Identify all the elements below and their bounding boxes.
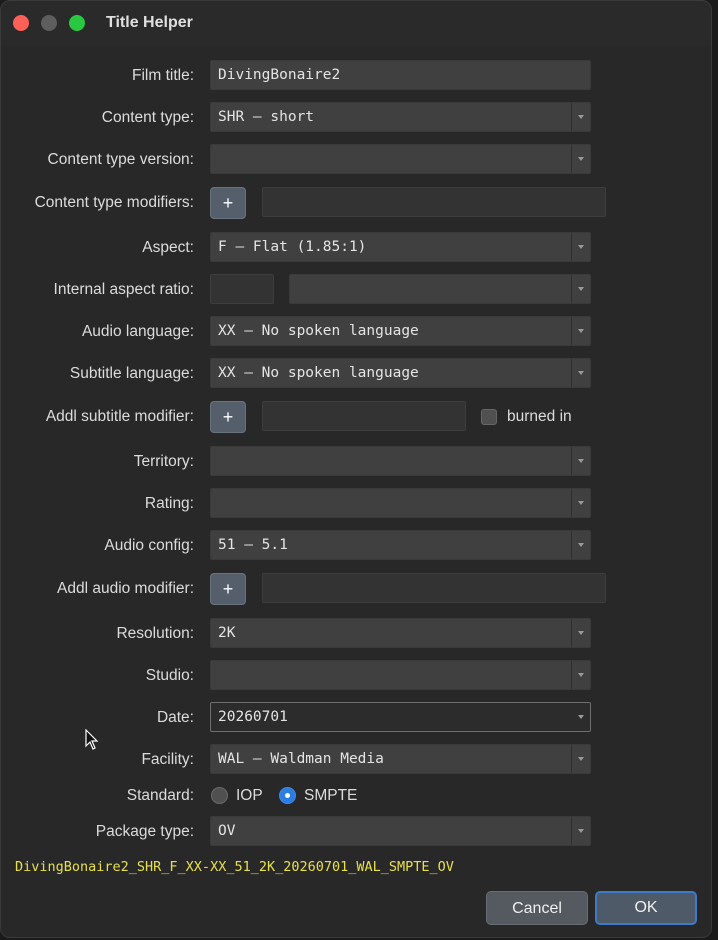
addl-subtitle-modifier-field[interactable]: [262, 401, 466, 431]
chevron-down-icon[interactable]: [571, 489, 590, 517]
audio-config-label: Audio config:: [104, 537, 194, 554]
burned-in-checkbox[interactable]: [481, 409, 497, 425]
add-audio-modifier-button[interactable]: +: [210, 573, 246, 605]
chevron-down-icon[interactable]: [571, 103, 590, 131]
title-bar: Title Helper: [1, 1, 711, 45]
facility-row: Facility: WAL – Waldman Media: [1, 744, 711, 776]
close-window-button[interactable]: [13, 15, 29, 31]
package-type-label: Package type:: [95, 823, 194, 840]
content-type-version-combo[interactable]: [210, 144, 591, 174]
chevron-down-icon[interactable]: [571, 531, 590, 559]
facility-value: WAL – Waldman Media: [218, 751, 384, 767]
chevron-down-icon[interactable]: [571, 233, 590, 261]
film-title-input[interactable]: DivingBonaire2: [210, 60, 591, 90]
burned-in-label: burned in: [507, 408, 572, 425]
territory-label: Territory:: [133, 453, 194, 470]
package-type-value: OV: [218, 823, 236, 839]
smpte-radio[interactable]: [279, 787, 296, 804]
subtitle-language-label: Subtitle language:: [69, 365, 194, 382]
generated-title-text: DivingBonaire2_SHR_F_XX-XX_51_2K_2026070…: [15, 859, 454, 875]
audio-language-value: XX – No spoken language: [218, 323, 419, 339]
chevron-down-icon[interactable]: [571, 145, 590, 173]
audio-config-value: 51 – 5.1: [218, 537, 288, 553]
mouse-pointer-icon: [85, 729, 99, 750]
resolution-combo[interactable]: 2K: [210, 618, 591, 648]
aspect-label: Aspect:: [142, 239, 194, 256]
minimize-window-button[interactable]: [41, 15, 57, 31]
date-combo[interactable]: 20260701: [210, 702, 591, 732]
territory-combo[interactable]: [210, 446, 591, 476]
film-title-row: Film title: DivingBonaire2: [1, 60, 711, 92]
content-type-value: SHR – short: [218, 109, 315, 125]
content-type-version-label: Content type version:: [47, 151, 194, 168]
facility-combo[interactable]: WAL – Waldman Media: [210, 744, 591, 774]
date-row: Date: 20260701: [1, 702, 711, 734]
aspect-combo[interactable]: F – Flat (1.85:1): [210, 232, 591, 262]
content-type-modifiers-label: Content type modifiers:: [34, 194, 194, 211]
standard-label: Standard:: [126, 787, 194, 804]
addl-subtitle-modifier-label: Addl subtitle modifier:: [45, 408, 194, 425]
audio-language-combo[interactable]: XX – No spoken language: [210, 316, 591, 346]
internal-aspect-ratio-label: Internal aspect ratio:: [53, 281, 194, 298]
resolution-value: 2K: [218, 625, 236, 641]
rating-row: Rating:: [1, 488, 711, 520]
audio-config-row: Audio config: 51 – 5.1: [1, 530, 711, 562]
internal-aspect-ratio-row: Internal aspect ratio:: [1, 274, 711, 306]
standard-row: Standard: IOP SMPTE: [1, 780, 711, 812]
audio-language-label: Audio language:: [81, 323, 194, 340]
rating-combo[interactable]: [210, 488, 591, 518]
chevron-down-icon[interactable]: [571, 447, 590, 475]
territory-row: Territory:: [1, 446, 711, 478]
resolution-label: Resolution:: [116, 625, 194, 642]
iop-label: IOP: [236, 787, 263, 804]
chevron-down-icon[interactable]: [572, 703, 590, 731]
subtitle-language-combo[interactable]: XX – No spoken language: [210, 358, 591, 388]
audio-config-combo[interactable]: 51 – 5.1: [210, 530, 591, 560]
maximize-window-button[interactable]: [69, 15, 85, 31]
rating-label: Rating:: [144, 495, 194, 512]
smpte-label: SMPTE: [304, 787, 358, 804]
add-subtitle-modifier-button[interactable]: +: [210, 401, 246, 433]
cancel-button[interactable]: Cancel: [486, 891, 588, 925]
chevron-down-icon[interactable]: [571, 619, 590, 647]
addl-subtitle-modifier-row: Addl subtitle modifier: + burned in: [1, 401, 711, 433]
internal-aspect-ratio-input[interactable]: [210, 274, 274, 304]
subtitle-language-value: XX – No spoken language: [218, 365, 419, 381]
addl-audio-modifier-label: Addl audio modifier:: [57, 580, 194, 597]
package-type-combo[interactable]: OV: [210, 816, 591, 846]
add-content-type-modifier-button[interactable]: +: [210, 187, 246, 219]
title-helper-window: Title Helper Film title: DivingBonaire2 …: [0, 0, 712, 938]
chevron-down-icon[interactable]: [571, 359, 590, 387]
studio-combo[interactable]: [210, 660, 591, 690]
studio-label: Studio:: [145, 667, 194, 684]
package-type-row: Package type: OV: [1, 816, 711, 848]
content-type-modifiers-field[interactable]: [262, 187, 606, 217]
addl-audio-modifier-row: Addl audio modifier: +: [1, 573, 711, 605]
internal-aspect-ratio-combo[interactable]: [289, 274, 591, 304]
content-type-version-row: Content type version:: [1, 144, 711, 176]
addl-audio-modifier-field[interactable]: [262, 573, 606, 603]
content-type-row: Content type: SHR – short: [1, 102, 711, 134]
audio-language-row: Audio language: XX – No spoken language: [1, 316, 711, 348]
resolution-row: Resolution: 2K: [1, 618, 711, 650]
film-title-label: Film title:: [132, 67, 194, 84]
studio-row: Studio:: [1, 660, 711, 692]
content-type-label: Content type:: [101, 109, 194, 126]
date-value: 20260701: [218, 709, 288, 725]
chevron-down-icon[interactable]: [571, 275, 590, 303]
window-title: Title Helper: [106, 14, 193, 31]
chevron-down-icon[interactable]: [571, 745, 590, 773]
content-type-combo[interactable]: SHR – short: [210, 102, 591, 132]
chevron-down-icon[interactable]: [571, 817, 590, 845]
content-type-modifiers-row: Content type modifiers: +: [1, 187, 711, 219]
subtitle-language-row: Subtitle language: XX – No spoken langua…: [1, 358, 711, 390]
chevron-down-icon[interactable]: [571, 317, 590, 345]
aspect-value: F – Flat (1.85:1): [218, 239, 367, 255]
iop-radio[interactable]: [211, 787, 228, 804]
ok-button[interactable]: OK: [595, 891, 697, 925]
aspect-row: Aspect: F – Flat (1.85:1): [1, 232, 711, 264]
chevron-down-icon[interactable]: [571, 661, 590, 689]
